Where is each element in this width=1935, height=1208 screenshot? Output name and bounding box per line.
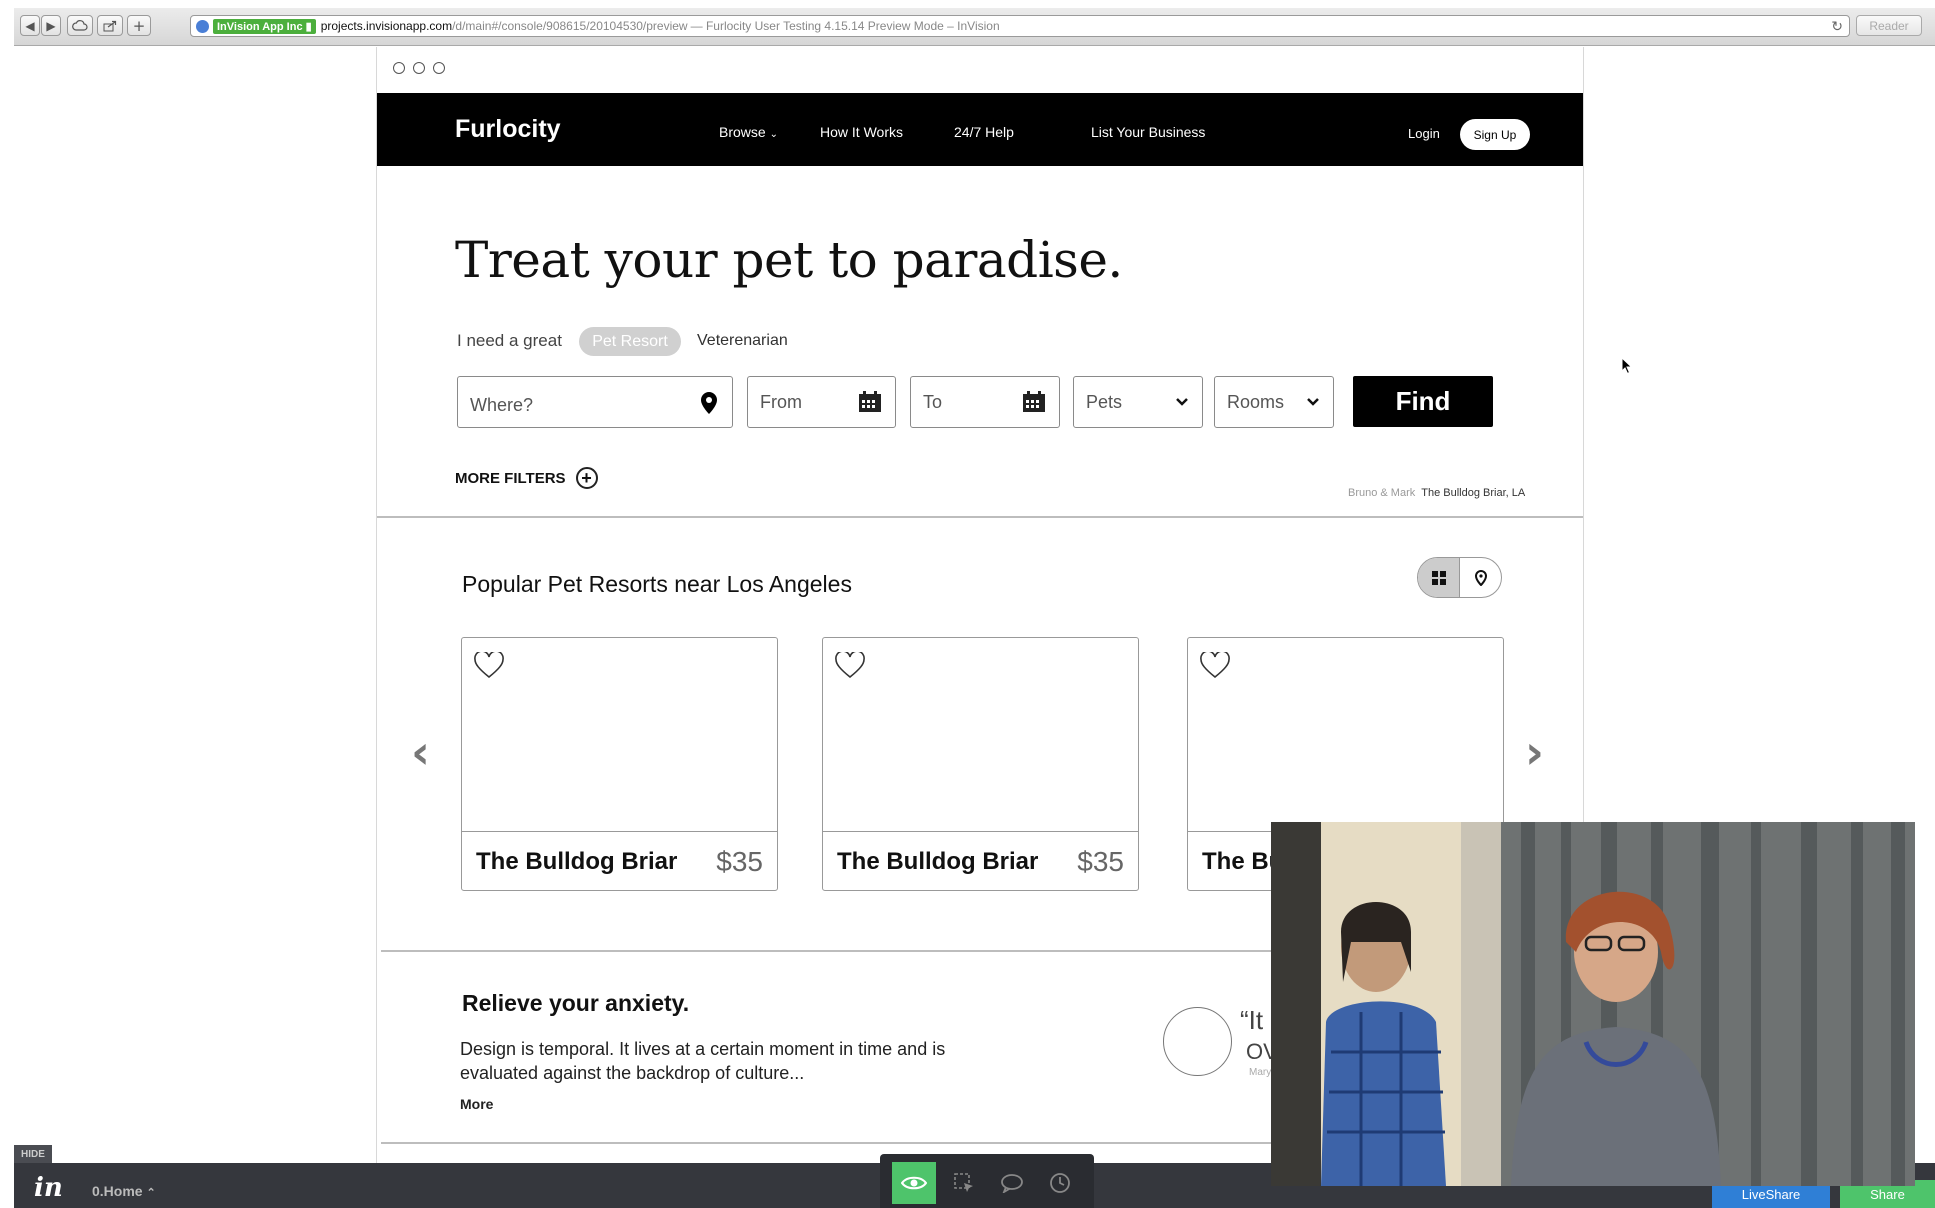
view-toggle: [1417, 557, 1502, 598]
option-pet-resort[interactable]: Pet Resort: [579, 327, 681, 356]
chevron-down-icon: [1176, 398, 1188, 406]
webcam-overlay: [1271, 822, 1915, 1186]
testimonial-avatar: [1163, 1007, 1232, 1076]
card-footer: The Bulldog Briar $35: [823, 831, 1138, 891]
reload-icon[interactable]: ↻: [1831, 18, 1843, 35]
testimonial-quote: “It: [1240, 1005, 1264, 1035]
card-name: The Bulldog Briar: [476, 847, 678, 875]
cloud-icon: [72, 20, 88, 31]
share-page-button[interactable]: [97, 15, 123, 36]
hide-button[interactable]: HIDE: [14, 1145, 52, 1163]
find-button[interactable]: Find: [1353, 376, 1493, 427]
rooms-select[interactable]: Rooms: [1214, 376, 1334, 428]
heart-icon[interactable]: [835, 652, 865, 679]
screen-selector[interactable]: 0.Home ⌃: [92, 1183, 156, 1199]
resort-card[interactable]: The Bulldog Briar $35: [461, 637, 778, 891]
page-title: — Furlocity User Testing 4.15.14 Preview…: [690, 19, 1000, 33]
carousel-next-arrow[interactable]: ›: [1525, 725, 1544, 779]
url-host: projects.invisionapp.com: [320, 19, 453, 33]
login-link[interactable]: Login: [1408, 126, 1440, 141]
back-button[interactable]: ◀: [20, 15, 40, 36]
plus-circle-icon: +: [575, 467, 598, 489]
share-icon: [103, 20, 117, 31]
need-text: I need a great: [457, 331, 562, 350]
chevron-up-icon: ⌃: [146, 1187, 156, 1199]
map-pin-icon: [1474, 569, 1487, 586]
option-veterinarian[interactable]: Veterenarian: [697, 332, 788, 350]
where-placeholder: Where?: [470, 394, 534, 415]
top-nav: Furlocity Browse ⌄ How It Works 24/7 Hel…: [377, 93, 1583, 166]
heart-icon[interactable]: [1200, 652, 1230, 679]
icloud-tabs-button[interactable]: [67, 15, 93, 36]
comment-icon: [1001, 1174, 1023, 1193]
grid-icon: [1431, 570, 1446, 585]
calendar-icon: [859, 391, 881, 412]
new-tab-button[interactable]: +: [127, 15, 151, 36]
relieve-heading: Relieve your anxiety.: [462, 990, 690, 1016]
more-link[interactable]: More: [460, 1096, 493, 1112]
heart-icon[interactable]: [474, 652, 504, 679]
grid-view-button[interactable]: [1418, 558, 1460, 597]
card-footer: The Bulldog Briar $35: [462, 831, 777, 891]
from-placeholder: From: [760, 391, 802, 412]
cert-label: InVision App Inc: [217, 20, 303, 33]
map-view-button[interactable]: [1460, 558, 1501, 597]
resort-card[interactable]: The Bulldog Briar $35: [822, 637, 1139, 891]
reader-button[interactable]: Reader: [1856, 15, 1922, 36]
card-price: $35: [1077, 845, 1124, 877]
chevron-down-icon: [1307, 398, 1319, 406]
to-date-input[interactable]: To: [910, 376, 1060, 428]
url-path: /d/main#/console/908615/20104530/preview: [452, 19, 688, 33]
signup-button[interactable]: Sign Up: [1460, 119, 1530, 150]
comment-mode-button[interactable]: [990, 1162, 1034, 1204]
pets-label: Pets: [1086, 391, 1123, 412]
rooms-label: Rooms: [1227, 391, 1285, 412]
eye-icon: [901, 1176, 927, 1190]
history-mode-button[interactable]: [1038, 1162, 1082, 1204]
card-name: The Bulldog Briar: [837, 847, 1039, 875]
map-pin-icon: [701, 392, 717, 414]
credit-owner: Bruno & Mark: [1348, 487, 1416, 499]
where-input[interactable]: Where?: [457, 376, 733, 428]
to-placeholder: To: [923, 391, 943, 412]
logo[interactable]: Furlocity: [455, 115, 561, 144]
invision-logo[interactable]: in: [34, 1173, 63, 1203]
nav-how-it-works[interactable]: How It Works: [820, 124, 903, 140]
nav-list-business[interactable]: List Your Business: [1091, 124, 1205, 140]
calendar-icon: [1023, 391, 1045, 412]
window-dots: [393, 62, 445, 74]
from-date-input[interactable]: From: [747, 376, 896, 428]
carousel-prev-arrow[interactable]: ‹: [411, 725, 430, 779]
preview-mode-button[interactable]: [892, 1162, 936, 1204]
pets-select[interactable]: Pets: [1073, 376, 1203, 428]
hotspot-icon: [954, 1173, 973, 1192]
photo-credit: Bruno & Mark The Bulldog Briar, LA: [1348, 487, 1525, 499]
nav-help[interactable]: 24/7 Help: [954, 124, 1014, 140]
popular-heading: Popular Pet Resorts near Los Angeles: [462, 571, 852, 597]
webcam-video-frame: [1271, 822, 1915, 1186]
more-filters-label: MORE FILTERS: [455, 469, 566, 487]
nav-browse-label: Browse: [719, 124, 766, 140]
globe-icon: [196, 19, 209, 33]
clock-icon: [1050, 1173, 1070, 1193]
forward-button[interactable]: ▶: [41, 15, 61, 36]
nav-browse[interactable]: Browse ⌄: [719, 124, 778, 140]
credit-place[interactable]: The Bulldog Briar, LA: [1421, 487, 1525, 499]
certificate-badge: InVision App Inc ▮: [213, 18, 316, 34]
address-bar[interactable]: InVision App Inc ▮ projects.invisionapp.…: [190, 15, 1850, 37]
chevron-down-icon: ⌄: [769, 129, 778, 140]
browser-toolbar: ◀ ▶ + InVision App Inc ▮ projects.invisi…: [14, 8, 1935, 46]
more-filters-toggle[interactable]: MORE FILTERS +: [455, 467, 598, 489]
lock-icon: ▮: [305, 20, 312, 33]
card-price: $35: [716, 845, 763, 877]
divider: [377, 516, 1583, 518]
screen-name: 0.Home: [92, 1183, 143, 1199]
mouse-cursor-icon: [1621, 356, 1633, 380]
relieve-body: Design is temporal. It lives at a certai…: [460, 1039, 946, 1083]
testimonial-author: Mary: [1249, 1067, 1272, 1078]
hero-title: Treat your pet to paradise.: [455, 231, 1123, 289]
build-mode-button[interactable]: [942, 1162, 986, 1204]
